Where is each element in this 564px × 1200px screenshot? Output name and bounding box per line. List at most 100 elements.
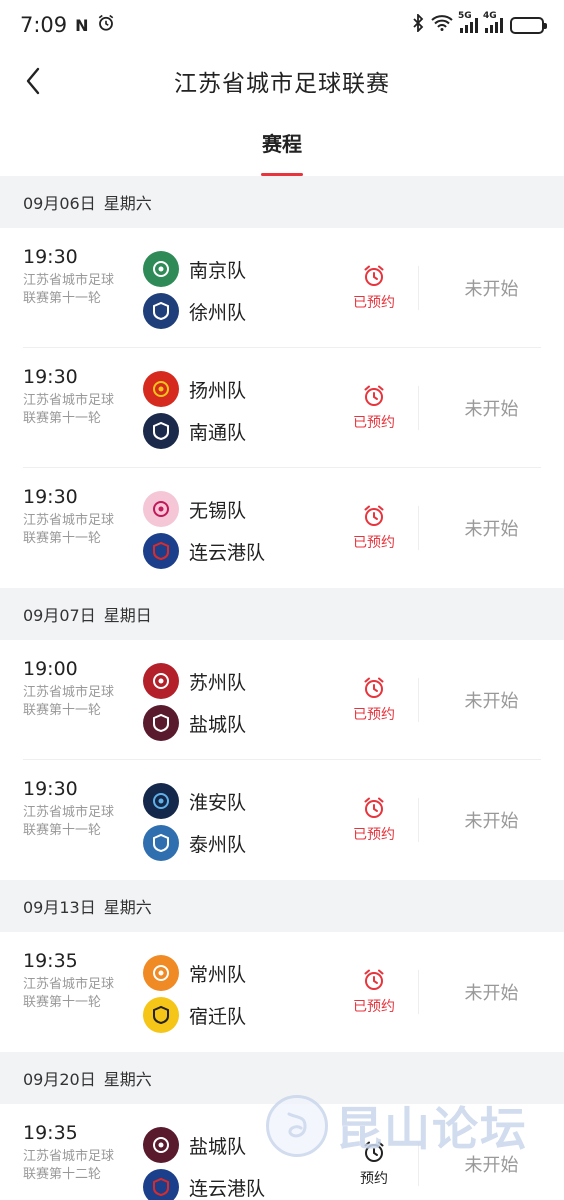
away-team: 宿迁队 xyxy=(143,994,330,1036)
away-team: 泰州队 xyxy=(143,822,330,864)
match-status: 未开始 xyxy=(464,519,519,540)
clock: 7:09 xyxy=(20,13,68,37)
date-label: 09月06日 xyxy=(23,194,96,213)
reminder-button[interactable]: 已预约 xyxy=(330,468,418,588)
team-logo-icon xyxy=(143,997,179,1033)
tab-bar: 赛程 xyxy=(0,112,564,176)
match-time: 19:00 xyxy=(23,658,78,680)
signal-5g-label: 5G xyxy=(458,11,472,21)
away-team-name: 连云港队 xyxy=(189,541,266,564)
team-logo-icon xyxy=(143,825,179,861)
home-team: 扬州队 xyxy=(143,368,330,410)
match-info: 19:30 江苏省城市足球联赛第十一轮 xyxy=(0,348,120,468)
signal-4g-label: 4G xyxy=(483,11,497,21)
date-header: 09月20日 星期六 xyxy=(0,1052,564,1104)
team-logo-icon xyxy=(143,705,179,741)
home-team-name: 无锡队 xyxy=(189,499,247,522)
away-team: 连云港队 xyxy=(143,1166,330,1200)
bluetooth-icon xyxy=(412,12,424,36)
reminder-label: 已预约 xyxy=(353,707,395,723)
match-info: 19:30 江苏省城市足球联赛第十一轮 xyxy=(0,760,120,880)
match-row[interactable]: 19:30 江苏省城市足球联赛第十一轮 南京队 徐州队 已预约 未开始 xyxy=(0,228,564,348)
alarm-clock-icon xyxy=(364,265,384,286)
date-label: 09月13日 xyxy=(23,898,96,917)
tab-schedule[interactable]: 赛程 xyxy=(261,112,303,176)
back-button[interactable] xyxy=(18,66,48,96)
reminder-button[interactable]: 已预约 xyxy=(330,932,418,1052)
away-team-name: 南通队 xyxy=(189,421,247,444)
nav-header: 江苏省城市足球联赛 xyxy=(0,50,564,112)
match-time: 19:35 xyxy=(23,1122,78,1144)
home-team: 无锡队 xyxy=(143,488,330,530)
match-round: 江苏省城市足球联赛第十一轮 xyxy=(23,805,115,838)
team-logo-icon xyxy=(143,1127,179,1163)
alarm-clock-icon xyxy=(364,677,384,698)
team-logo-icon xyxy=(143,1169,179,1200)
date-label: 09月07日 xyxy=(23,606,96,625)
team-logo-icon xyxy=(143,413,179,449)
alarm-icon xyxy=(97,13,115,37)
match-teams: 扬州队 南通队 xyxy=(120,348,330,468)
alarm-clock-icon xyxy=(364,797,384,818)
team-logo-icon xyxy=(143,491,179,527)
away-team-name: 泰州队 xyxy=(189,833,247,856)
match-round: 江苏省城市足球联赛第十一轮 xyxy=(23,273,115,306)
home-team-name: 扬州队 xyxy=(189,379,247,402)
reminder-label: 已预约 xyxy=(353,295,395,311)
team-logo-icon xyxy=(143,955,179,991)
match-row[interactable]: 19:30 江苏省城市足球联赛第十一轮 无锡队连云港队 已预约 未开始 xyxy=(0,468,564,588)
match-round: 江苏省城市足球联赛第十一轮 xyxy=(23,393,115,426)
reminder-button[interactable]: 已预约 xyxy=(330,760,418,880)
match-time: 19:35 xyxy=(23,950,78,972)
match-time: 19:30 xyxy=(23,778,78,800)
weekday-label: 星期日 xyxy=(103,606,152,625)
match-row[interactable]: 19:35 江苏省城市足球联赛第十一轮 常州队 宿迁队 已预约 未开始 xyxy=(0,932,564,1052)
match-teams: 南京队 徐州队 xyxy=(120,228,330,348)
date-header: 09月13日 星期六 xyxy=(0,880,564,932)
team-logo-icon xyxy=(143,783,179,819)
signal-5g-icon: 5G xyxy=(458,11,478,33)
match-round: 江苏省城市足球联赛第十一轮 xyxy=(23,685,115,718)
match-row[interactable]: 19:30 江苏省城市足球联赛第十一轮 淮安队 泰州队 已预约 未开始 xyxy=(0,760,564,880)
reminder-label: 已预约 xyxy=(353,999,395,1015)
reminder-button[interactable]: 已预约 xyxy=(330,228,418,348)
reminder-button[interactable]: 已预约 xyxy=(330,348,418,468)
match-round: 江苏省城市足球联赛第十一轮 xyxy=(23,977,115,1010)
away-team: 徐州队 xyxy=(143,290,330,332)
match-round: 江苏省城市足球联赛第十一轮 xyxy=(23,513,115,546)
match-status: 未开始 xyxy=(464,983,519,1004)
alarm-clock-icon xyxy=(364,505,384,526)
match-status: 未开始 xyxy=(464,399,519,420)
reminder-label: 已预约 xyxy=(353,415,395,431)
alarm-clock-icon xyxy=(364,385,384,406)
match-round: 江苏省城市足球联赛第十二轮 xyxy=(23,1149,115,1182)
match-teams: 盐城队 连云港队 xyxy=(120,1104,330,1200)
weekday-label: 星期六 xyxy=(103,1070,152,1089)
status-right: 5G 4G xyxy=(412,11,547,36)
reminder-button[interactable]: 预约 xyxy=(330,1104,418,1200)
match-info: 19:30 江苏省城市足球联赛第十一轮 xyxy=(0,468,120,588)
date-header: 09月06日 星期六 xyxy=(0,176,564,228)
away-team-name: 宿迁队 xyxy=(189,1005,247,1028)
match-row[interactable]: 19:00 江苏省城市足球联赛第十一轮 苏州队盐城队 已预约 未开始 xyxy=(0,640,564,760)
match-info: 19:35 江苏省城市足球联赛第十一轮 xyxy=(0,932,120,1052)
chevron-left-icon xyxy=(26,67,40,95)
schedule-list: 09月06日 星期六 19:30 江苏省城市足球联赛第十一轮 南京队 徐州队 已预约 未开始 1… xyxy=(0,176,564,1200)
home-team-name: 苏州队 xyxy=(189,671,247,694)
reminder-button[interactable]: 已预约 xyxy=(330,640,418,760)
away-team: 盐城队 xyxy=(143,702,330,744)
away-team: 连云港队 xyxy=(143,530,330,572)
team-logo-icon xyxy=(143,251,179,287)
match-time: 19:30 xyxy=(23,366,78,388)
away-team-name: 连云港队 xyxy=(189,1177,266,1200)
signal-4g-icon: 4G xyxy=(483,11,503,33)
status-left: 7:09 N xyxy=(20,13,115,37)
match-status: 未开始 xyxy=(464,1155,519,1176)
weekday-label: 星期六 xyxy=(103,194,152,213)
match-row[interactable]: 19:35 江苏省城市足球联赛第十二轮 盐城队 连云港队 预约未开始 xyxy=(0,1104,564,1200)
match-status: 未开始 xyxy=(464,691,519,712)
match-row[interactable]: 19:30 江苏省城市足球联赛第十一轮 扬州队 南通队 已预约 未开始 xyxy=(0,348,564,468)
away-team: 南通队 xyxy=(143,410,330,452)
alarm-clock-icon xyxy=(364,1141,384,1162)
away-team-name: 盐城队 xyxy=(189,713,247,736)
